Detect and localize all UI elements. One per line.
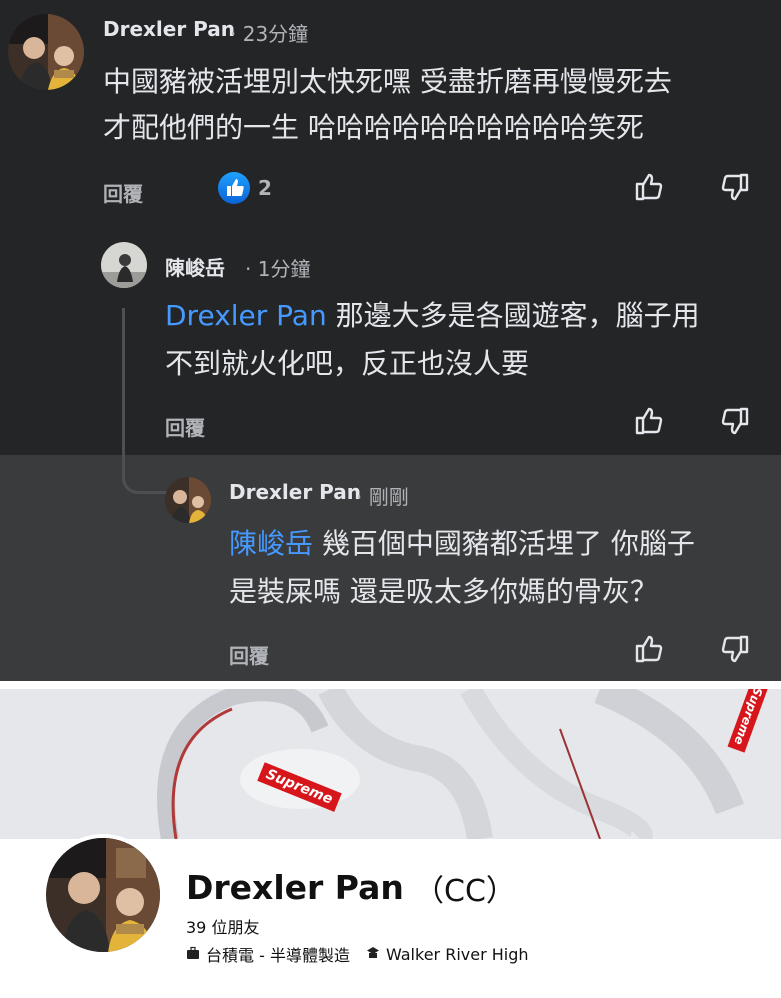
- comment-text: 幾百個中國豬都活埋了 你腦子: [313, 527, 695, 560]
- comment-time: · 23分鐘: [230, 22, 309, 46]
- thumbs-up-icon[interactable]: [632, 632, 666, 666]
- mention-link[interactable]: Drexler Pan: [165, 299, 327, 332]
- comment-time: · 剛剛: [356, 485, 409, 509]
- comment-author[interactable]: Drexler Pan: [229, 480, 361, 504]
- friends-count[interactable]: 39 位朋友: [186, 914, 259, 938]
- thumbs-up-icon[interactable]: [632, 170, 666, 204]
- work-text[interactable]: 台積電 - 半導體製造: [206, 942, 350, 966]
- comment-text-line: Drexler Pan 那邊大多是各國遊客，腦子用: [165, 294, 700, 338]
- briefcase-icon: [186, 945, 200, 964]
- reply-button[interactable]: 回覆: [229, 640, 269, 669]
- comment-text-line: 中國豬被活埋別太快死嘿 受盡折磨再慢慢死去: [103, 65, 672, 98]
- thumbs-up-icon[interactable]: [632, 404, 666, 438]
- comment-text: 那邊大多是各國遊客，腦子用: [326, 299, 700, 332]
- thumbs-down-icon[interactable]: [718, 632, 752, 666]
- avatar[interactable]: [8, 14, 84, 90]
- reply-button[interactable]: 回覆: [103, 178, 143, 207]
- comment-text-line: 才配他們的一生 哈哈哈哈哈哈哈哈哈哈笑死: [103, 111, 644, 144]
- comment-text-line: 陳峻岳 幾百個中國豬都活埋了 你腦子: [229, 522, 695, 566]
- thumbs-down-icon[interactable]: [718, 404, 752, 438]
- profile-details: 台積電 - 半導體製造 Walker River High: [186, 942, 529, 966]
- comment-text-line: 是裝屎嗎 還是吸太多你媽的骨灰？: [229, 575, 658, 608]
- school-text[interactable]: Walker River High: [386, 945, 529, 964]
- comment-author[interactable]: Drexler Pan: [103, 17, 235, 41]
- comment-time: · 1分鐘: [245, 257, 311, 281]
- profile-alt-name: （CC）: [414, 874, 516, 909]
- reply-button[interactable]: 回覆: [165, 412, 205, 441]
- thread-line: [122, 308, 168, 494]
- profile-name: Drexler Pan: [186, 868, 404, 907]
- avatar[interactable]: [101, 242, 147, 288]
- thumbs-down-icon[interactable]: [718, 170, 752, 204]
- profile-avatar[interactable]: [42, 834, 164, 956]
- avatar[interactable]: [165, 477, 211, 523]
- cover-photo[interactable]: Supreme Supreme: [0, 689, 781, 839]
- comment-text-line: 不到就火化吧，反正也沒人要: [165, 347, 530, 380]
- school-icon: [366, 945, 380, 964]
- mention-link[interactable]: 陳峻岳: [229, 527, 313, 560]
- like-reaction-icon[interactable]: [218, 172, 250, 204]
- separator: [0, 681, 781, 689]
- comment-author[interactable]: 陳峻岳: [165, 252, 225, 281]
- like-count: 2: [258, 176, 272, 200]
